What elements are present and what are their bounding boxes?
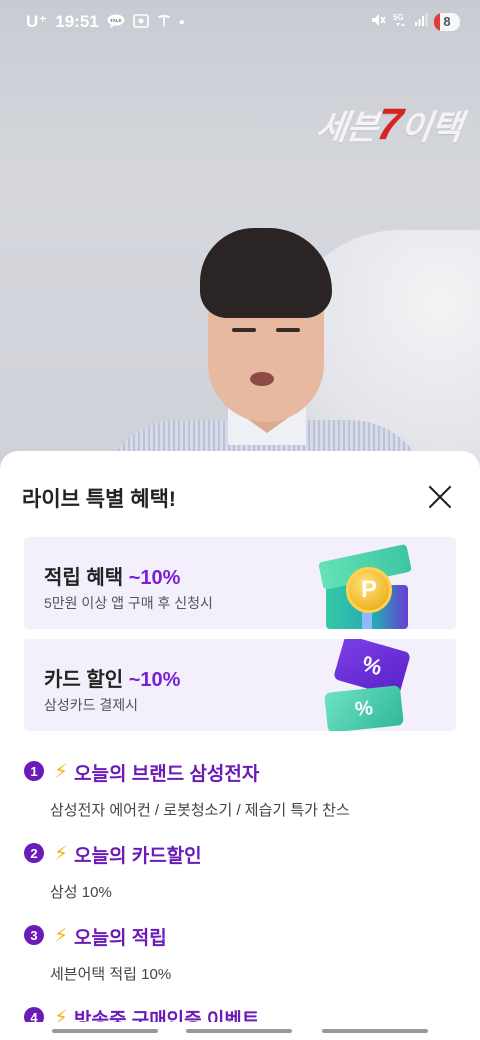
5g-icon: 5G xyxy=(392,12,408,31)
card-subtitle: 5만원 이상 앱 구매 후 신청시 xyxy=(44,595,213,611)
svg-text:5G: 5G xyxy=(393,13,404,22)
card-subtitle: 삼성카드 결제시 xyxy=(44,697,139,713)
signal-icon xyxy=(414,13,428,30)
item-description: 삼성전자 에어컨 / 로봇청소기 / 제습기 특가 찬스 xyxy=(50,802,350,819)
nav-back-handle[interactable] xyxy=(322,1029,428,1033)
brand-logo: 세븐7이택 xyxy=(314,100,465,149)
tesla-icon xyxy=(157,14,171,31)
talk-icon: TALK xyxy=(107,14,125,31)
coupon-icon: % % xyxy=(324,639,420,731)
lightning-icon: ⚡ xyxy=(54,761,69,783)
card-title: 카드 할인 xyxy=(44,669,124,691)
carrier-label: U⁺ xyxy=(26,12,48,31)
mute-icon xyxy=(370,12,386,31)
benefit-card-discount: 카드 할인 ~10% 삼성카드 결제시 % % xyxy=(24,639,456,731)
lightning-icon: ⚡ xyxy=(54,925,69,947)
benefit-card-points: 적립 혜택 ~10% 5만원 이상 앱 구매 후 신청시 P xyxy=(24,537,456,629)
item-description: 삼성 10% xyxy=(50,884,112,901)
coin-icon: P xyxy=(346,567,392,613)
card-highlight: ~10% xyxy=(128,669,181,691)
item-title: 오늘의 브랜드 삼성전자 xyxy=(74,764,260,785)
sheet-title: 라이브 특별 혜택! xyxy=(22,488,176,511)
status-bar: U⁺ 19:51 TALK ● 5G 8 xyxy=(0,0,480,44)
lightning-icon: ⚡ xyxy=(54,843,69,865)
svg-text:TALK: TALK xyxy=(110,18,122,23)
close-icon[interactable] xyxy=(426,483,454,511)
nav-home-handle[interactable] xyxy=(186,1029,292,1033)
navigation-bar xyxy=(0,1022,480,1040)
item-title: 오늘의 적립 xyxy=(74,928,167,949)
live-benefits-sheet: 라이브 특별 혜택! 적립 혜택 ~10% 5만원 이상 앱 구매 후 신청시 … xyxy=(0,451,480,1026)
card-title: 적립 혜택 xyxy=(44,567,124,589)
dot-icon: ● xyxy=(178,16,185,28)
card-highlight: ~10% xyxy=(128,567,181,589)
battery-icon: 8 xyxy=(434,12,460,31)
item-description: 세븐어택 적립 10% xyxy=(50,966,172,983)
gift-coin-icon: P xyxy=(318,541,416,629)
live-video[interactable]: 세븐7이택 xyxy=(0,0,480,470)
item-number: 3 xyxy=(24,925,44,945)
battery-level: 8 xyxy=(443,14,451,29)
item-number: 1 xyxy=(24,761,44,781)
item-title: 오늘의 카드할인 xyxy=(74,846,202,867)
clock: 19:51 xyxy=(55,12,99,31)
item-number: 2 xyxy=(24,843,44,863)
screenshot-icon xyxy=(132,13,149,31)
nav-recents-handle[interactable] xyxy=(52,1029,158,1033)
